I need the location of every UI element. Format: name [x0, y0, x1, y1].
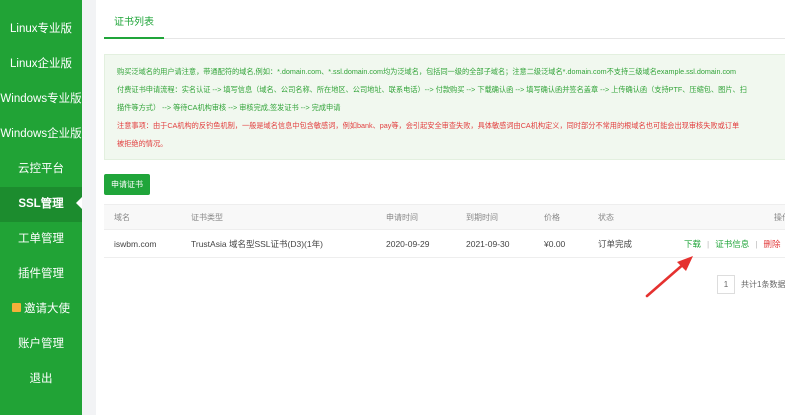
sidebar-item-cloud-control[interactable]: 云控平台	[0, 152, 82, 187]
sidebar-item-linux-enterprise[interactable]: Linux企业版	[0, 47, 82, 82]
page-number-button[interactable]: 1	[717, 275, 735, 294]
notice-warning-text-cont: 被拒绝的情况。	[117, 139, 168, 148]
active-indicator	[76, 197, 82, 209]
cert-info-link[interactable]: 证书信息	[715, 239, 749, 249]
col-status: 状态	[598, 213, 614, 222]
pagination-total: 共计1条数据	[741, 280, 785, 289]
row-domain: iswbm.com	[114, 239, 157, 249]
cert-table: 域名 证书类型 申请时间 到期时间 价格 状态 操作 iswbm.com Tru…	[104, 204, 785, 258]
main-panel: 证书列表 购买泛域名的用户请注意，带通配符的域名,例如：*.domain.com…	[96, 0, 785, 415]
row-expire-time: 2021-09-30	[466, 239, 510, 249]
sidebar-item-account[interactable]: 账户管理	[0, 327, 82, 362]
col-price: 价格	[544, 213, 560, 222]
sidebar-item-windows-pro[interactable]: Windows专业版	[0, 82, 82, 117]
table-row: iswbm.com TrustAsia 域名型SSL证书(D3)(1年) 202…	[104, 230, 785, 258]
sidebar-item-linux-pro[interactable]: Linux专业版	[0, 12, 82, 47]
sidebar-item-ssl[interactable]: SSL管理	[0, 187, 82, 222]
pagination: 1 共计1条数据	[717, 275, 785, 294]
sidebar-item-invite-label: 邀请大使	[24, 303, 70, 315]
download-link[interactable]: 下载	[684, 239, 701, 249]
apply-cert-button[interactable]: 申请证书	[104, 174, 150, 195]
row-price: ¥0.00	[544, 239, 566, 249]
sidebar-item-tickets[interactable]: 工单管理	[0, 222, 82, 257]
table-header: 域名 证书类型 申请时间 到期时间 价格 状态 操作	[104, 204, 785, 230]
col-type: 证书类型	[191, 213, 223, 222]
gift-icon	[12, 303, 21, 313]
sidebar-item-invite[interactable]: 邀请大使	[0, 292, 82, 327]
notice-process-text: 付费证书申请流程：实名认证 --> 填写信息（域名、公司名称、所在地区、公司地址…	[117, 85, 747, 94]
notice-warning-text: 注意事项：由于CA机构的反钓鱼机制，一般是域名信息中包含敏感词，例如bank、p…	[117, 121, 740, 130]
row-status: 订单完成	[598, 239, 633, 249]
row-actions: 下载 | 证书信息 | 删除	[684, 230, 780, 258]
col-ops: 操作	[774, 213, 785, 222]
tab-bar: 证书列表	[104, 12, 785, 39]
delete-link[interactable]: 删除	[763, 239, 780, 249]
col-expire-time: 到期时间	[466, 213, 498, 222]
tab-cert-list[interactable]: 证书列表	[104, 12, 164, 39]
action-separator: |	[755, 239, 758, 249]
notice-process-text-cont: 描件等方式） --> 等待CA机构审核 --> 审核完成,签发证书 --> 完成…	[117, 103, 341, 112]
notice-box: 购买泛域名的用户请注意，带通配符的域名,例如：*.domain.com、*.ss…	[104, 54, 785, 160]
action-separator: |	[707, 239, 710, 249]
sidebar-item-plugins[interactable]: 插件管理	[0, 257, 82, 292]
sidebar-nav: Linux专业版 Linux企业版 Windows专业版 Windows企业版 …	[0, 0, 82, 415]
col-domain: 域名	[114, 213, 130, 222]
row-apply-time: 2020-09-29	[386, 239, 430, 249]
notice-wildcard-text: 购买泛域名的用户请注意，带通配符的域名,例如：*.domain.com、*.ss…	[117, 67, 737, 76]
row-type: TrustAsia 域名型SSL证书(D3)(1年)	[191, 239, 323, 249]
sidebar-item-logout[interactable]: 退出	[0, 362, 82, 397]
sidebar-item-windows-enterprise[interactable]: Windows企业版	[0, 117, 82, 152]
col-apply-time: 申请时间	[386, 213, 418, 222]
